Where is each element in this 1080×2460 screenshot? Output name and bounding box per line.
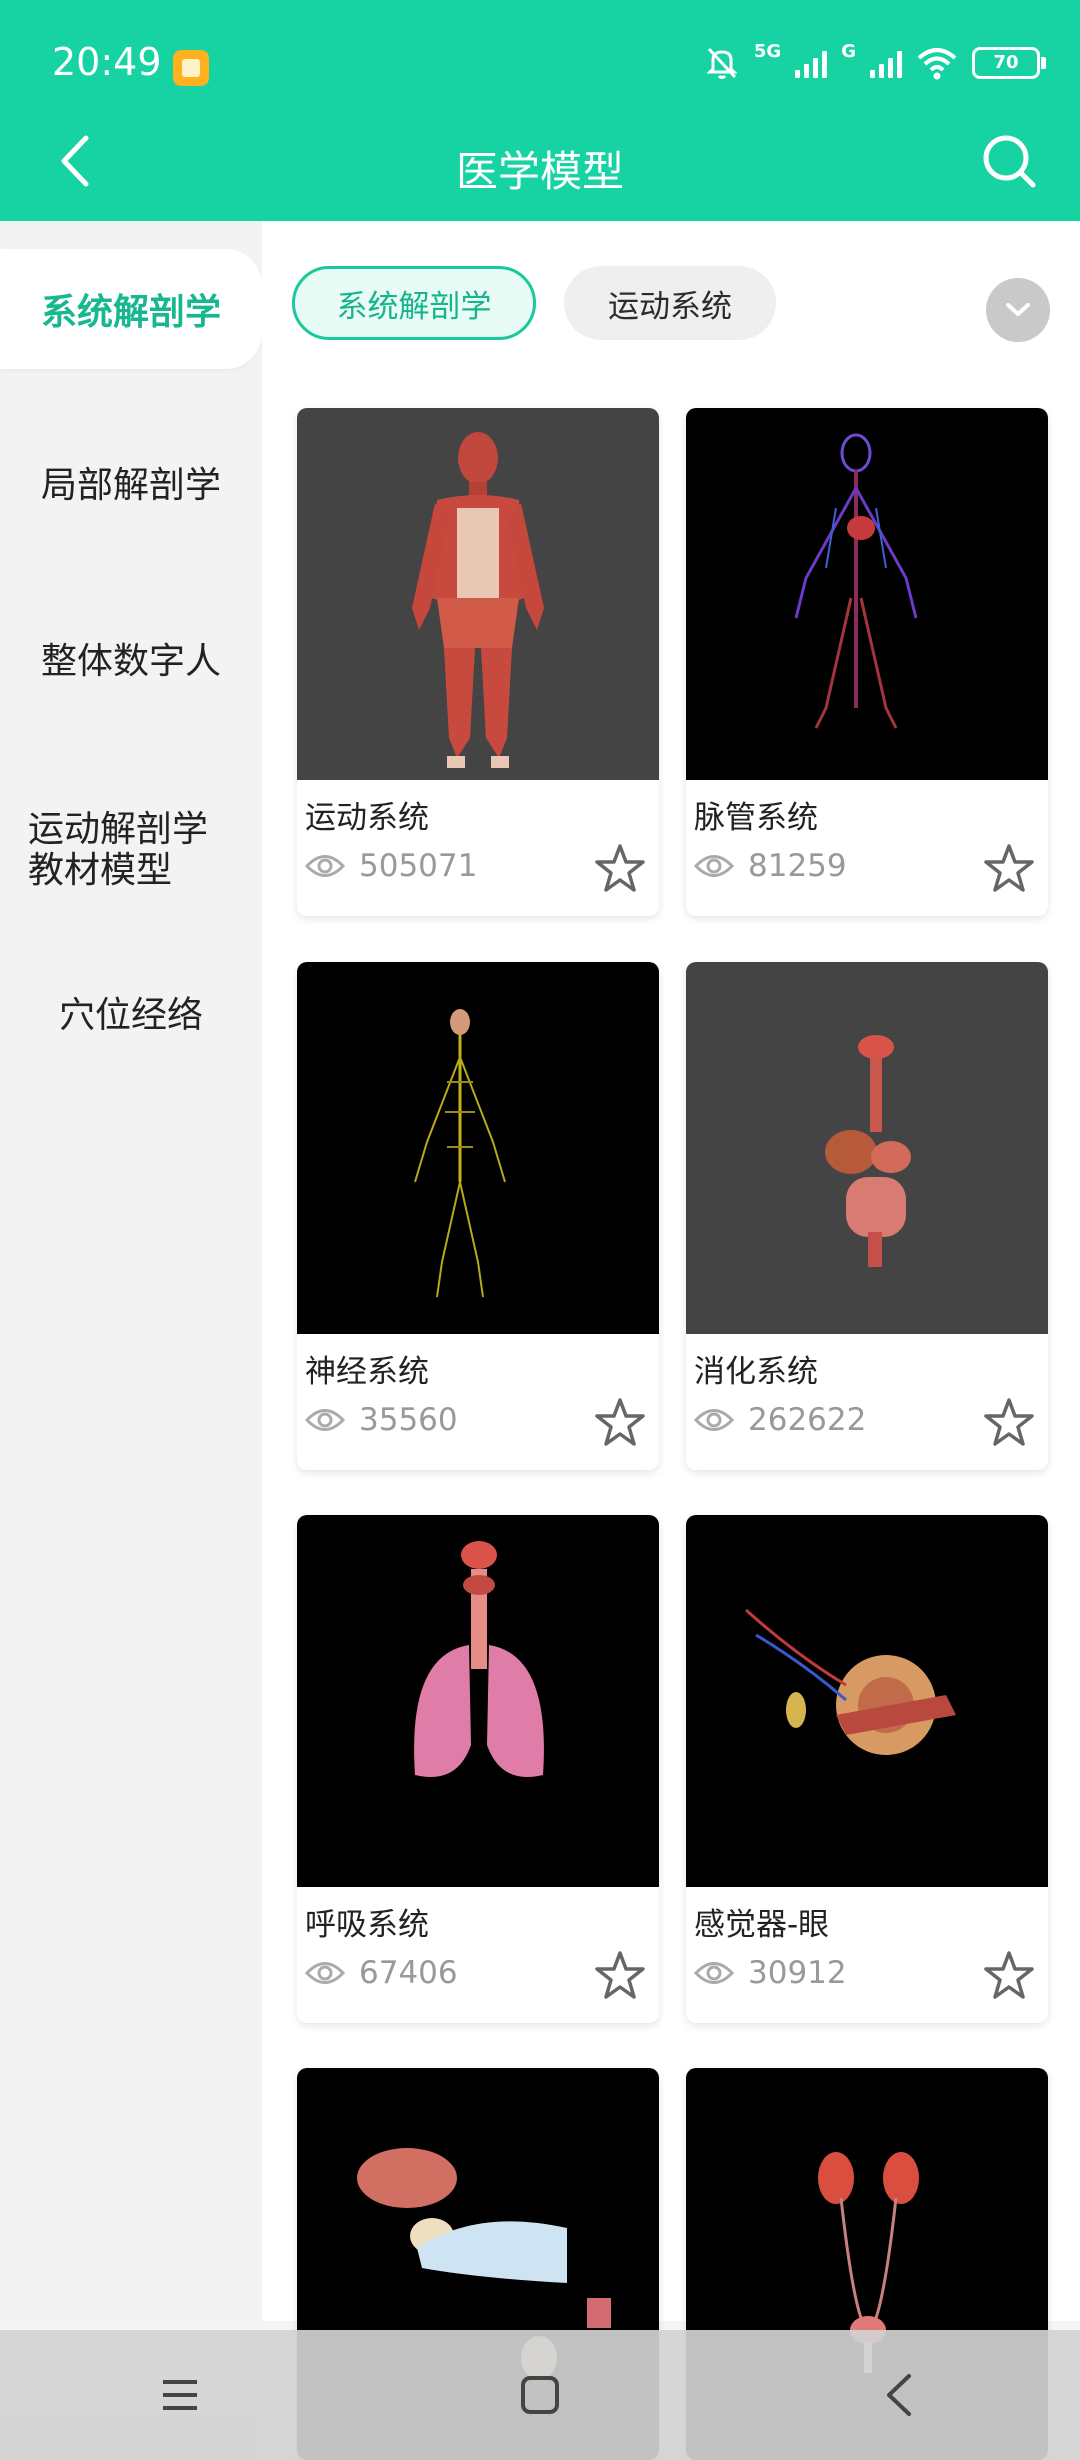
sidebar-item-system-anatomy[interactable]: 系统解剖学 bbox=[0, 249, 262, 369]
view-count-value: 262622 bbox=[748, 1402, 867, 1438]
model-card[interactable]: 消化系统 262622 bbox=[686, 962, 1048, 1470]
menu-icon[interactable] bbox=[155, 2370, 205, 2420]
sidebar-item-label-line2: 教材模型 bbox=[28, 850, 173, 891]
battery-icon: 70 bbox=[972, 47, 1046, 79]
favorite-star-button[interactable] bbox=[982, 842, 1036, 896]
system-navigation-bar bbox=[0, 2330, 1080, 2460]
view-count: 35560 bbox=[305, 1402, 458, 1438]
view-count-value: 81259 bbox=[748, 848, 847, 884]
sidebar-item-label: 系统解剖学 bbox=[40, 292, 221, 333]
sidebar-item-digital-human[interactable]: 整体数字人 bbox=[0, 603, 262, 713]
view-count: 81259 bbox=[694, 848, 847, 884]
model-thumbnail-vascular[interactable] bbox=[686, 408, 1048, 780]
signal-strength-icon bbox=[795, 48, 828, 78]
model-card[interactable]: 脉管系统 81259 bbox=[686, 408, 1048, 916]
model-title: 呼吸系统 bbox=[305, 1907, 429, 1943]
model-card[interactable]: 运动系统 505071 bbox=[297, 408, 659, 916]
sidebar-item-label: 运动解剖学 教材模型 bbox=[28, 809, 208, 891]
eye-icon bbox=[694, 1409, 734, 1431]
digestive-model-image bbox=[825, 1035, 911, 1267]
view-count: 505071 bbox=[305, 848, 477, 884]
sidebar-item-label: 穴位经络 bbox=[58, 995, 203, 1036]
model-card[interactable]: 神经系统 35560 bbox=[297, 962, 659, 1470]
search-button[interactable] bbox=[980, 130, 1038, 192]
sidebar-item-acupoints[interactable]: 穴位经络 bbox=[0, 957, 262, 1067]
sidebar-item-label-line1: 运动解剖学 bbox=[28, 809, 209, 850]
back-icon[interactable] bbox=[875, 2370, 925, 2420]
muscular-model-image bbox=[412, 432, 544, 768]
view-count: 30912 bbox=[694, 1955, 847, 1991]
status-time: 20:49 bbox=[52, 40, 162, 84]
chevron-down-icon bbox=[1006, 303, 1030, 316]
filter-chip-locomotor[interactable]: 运动系统 bbox=[564, 266, 776, 340]
mute-icon bbox=[706, 47, 738, 79]
view-count: 262622 bbox=[694, 1402, 866, 1438]
view-count-value: 67406 bbox=[359, 1955, 458, 1991]
home-square-icon[interactable] bbox=[515, 2370, 565, 2420]
model-thumbnail-respiratory[interactable] bbox=[297, 1515, 659, 1887]
wifi-icon bbox=[917, 48, 957, 80]
model-card[interactable]: 感觉器-眼 30912 bbox=[686, 1515, 1048, 2023]
sidebar-item-sports-anatomy[interactable]: 运动解剖学 教材模型 bbox=[0, 785, 262, 915]
model-title: 消化系统 bbox=[694, 1354, 818, 1390]
model-thumbnail-muscular[interactable] bbox=[297, 408, 659, 780]
model-thumbnail-digestive[interactable] bbox=[686, 962, 1048, 1334]
sidebar-item-label: 局部解剖学 bbox=[40, 465, 221, 506]
view-count-value: 35560 bbox=[359, 1402, 458, 1438]
model-title: 运动系统 bbox=[305, 800, 429, 836]
filter-chip-label: 运动系统 bbox=[608, 288, 732, 325]
eye-model-image bbox=[744, 1608, 956, 1755]
favorite-star-button[interactable] bbox=[593, 1396, 647, 1450]
model-thumbnail-eye[interactable] bbox=[686, 1515, 1048, 1887]
app-notification-icon bbox=[173, 50, 209, 86]
eye-icon bbox=[305, 1962, 345, 1984]
category-sidebar: 系统解剖学 局部解剖学 整体数字人 运动解剖学 教材模型 穴位经络 bbox=[0, 221, 262, 2321]
filter-chip-label: 系统解剖学 bbox=[336, 288, 492, 325]
model-title: 脉管系统 bbox=[694, 800, 818, 836]
view-count-value: 505071 bbox=[359, 848, 478, 884]
expand-filters-button[interactable] bbox=[986, 278, 1050, 342]
filter-chip-system-anatomy[interactable]: 系统解剖学 bbox=[292, 266, 536, 340]
model-thumbnail-nervous[interactable] bbox=[297, 962, 659, 1334]
respiratory-model-image bbox=[414, 1541, 544, 1777]
favorite-star-button[interactable] bbox=[982, 1396, 1036, 1450]
eye-icon bbox=[305, 855, 345, 877]
view-count-value: 30912 bbox=[748, 1955, 847, 1991]
nervous-model-image bbox=[414, 1009, 506, 1298]
model-title: 神经系统 bbox=[305, 1354, 429, 1390]
network-type-label: 5G bbox=[753, 40, 782, 62]
page-title: 医学模型 bbox=[455, 147, 624, 196]
eye-icon bbox=[694, 1962, 734, 1984]
eye-icon bbox=[694, 855, 734, 877]
signal-strength-icon-2 bbox=[870, 48, 902, 78]
model-title: 感觉器-眼 bbox=[694, 1907, 830, 1943]
vascular-model-image bbox=[794, 433, 918, 729]
favorite-star-button[interactable] bbox=[593, 842, 647, 896]
view-count: 67406 bbox=[305, 1955, 458, 1991]
sidebar-item-regional-anatomy[interactable]: 局部解剖学 bbox=[0, 427, 262, 537]
app-header: 20:49 5G G 70 医学模型 bbox=[0, 0, 1080, 221]
status-icons: 5G G 70 bbox=[704, 40, 1046, 84]
favorite-star-button[interactable] bbox=[593, 1949, 647, 2003]
network-type-label-2: G bbox=[841, 40, 856, 62]
sidebar-item-label: 整体数字人 bbox=[40, 641, 221, 682]
eye-icon bbox=[305, 1409, 345, 1431]
favorite-star-button[interactable] bbox=[982, 1949, 1036, 2003]
model-card[interactable]: 呼吸系统 67406 bbox=[297, 1515, 659, 2023]
